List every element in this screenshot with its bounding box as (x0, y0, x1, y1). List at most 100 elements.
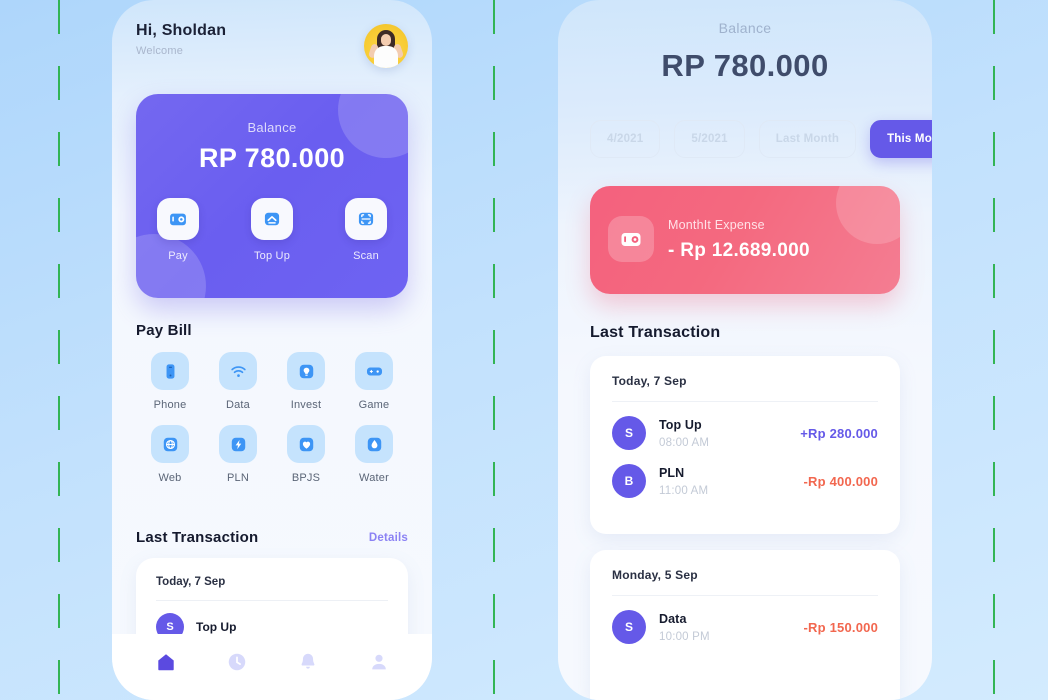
design-guide-line (993, 0, 995, 700)
globe-icon (151, 425, 189, 463)
divider (612, 595, 878, 596)
transaction-amount: -Rp 150.000 (803, 619, 878, 635)
bill-label: Invest (290, 399, 322, 411)
period-filter-group: 4/2021 5/2021 Last Month This Month (590, 120, 932, 158)
balance-label: Balance (718, 20, 772, 36)
filter-chip-5-2021[interactable]: 5/2021 (674, 120, 745, 158)
design-canvas: Hi, Sholdan Welcome Balance RP 780.000 P… (0, 0, 1048, 700)
transaction-time: 10:00 PM (659, 630, 710, 643)
heart-icon (287, 425, 325, 463)
filter-chip-4-2021[interactable]: 4/2021 (590, 120, 661, 158)
topup-icon (251, 198, 293, 240)
water-drop-icon (355, 425, 393, 463)
scan-icon (345, 198, 387, 240)
transaction-row[interactable]: S Top Up 08:00 AM +Rp 280.000 (612, 416, 878, 450)
transaction-name: Top Up (196, 620, 237, 634)
balance-label: Balance (247, 120, 297, 135)
avatar-initial: S (612, 416, 646, 450)
invest-icon (287, 352, 325, 390)
design-guide-line (58, 0, 60, 700)
transaction-time: 11:00 AM (659, 484, 709, 497)
transaction-name: Data (659, 611, 687, 626)
transaction-meta: PLN 11:00 AM (659, 466, 804, 497)
expense-label: MonthIt Expense (668, 218, 765, 232)
avatar-initial: B (612, 464, 646, 498)
transaction-row[interactable]: S Data 10:00 PM -Rp 150.000 (612, 610, 878, 644)
bill-label: Web (158, 472, 182, 484)
bill-item-pln[interactable]: PLN (204, 425, 272, 484)
bill-label: Water (359, 472, 389, 484)
phone-icon (151, 352, 189, 390)
transaction-meta: Top Up 08:00 AM (659, 418, 800, 449)
transaction-date: Today, 7 Sep (156, 576, 226, 588)
transaction-group-card: Monday, 5 Sep S Data 10:00 PM -Rp 150.00… (590, 550, 900, 700)
transaction-meta: Data 10:00 PM (659, 612, 804, 643)
transaction-group-card: Today, 7 Sep S Top Up 08:00 AM +Rp 280.0… (590, 356, 900, 534)
header: Hi, Sholdan Welcome (136, 22, 408, 78)
bottom-navigation (112, 634, 432, 700)
transaction-amount: -Rp 400.000 (803, 473, 878, 489)
last-transaction-title: Last Transaction (136, 529, 259, 546)
transaction-name: PLN (659, 465, 685, 480)
bill-label: Data (225, 399, 251, 411)
nav-item-home[interactable] (144, 647, 188, 681)
home-icon (155, 651, 177, 678)
bill-label: Game (358, 399, 390, 411)
monthly-expense-card: MonthIt Expense - Rp 12.689.000 (590, 186, 900, 294)
gamepad-icon (355, 352, 393, 390)
filter-chip-last-month[interactable]: Last Month (758, 120, 857, 158)
transaction-date: Today, 7 Sep (612, 374, 687, 388)
balance-actions: Pay Top Up Scan (136, 198, 408, 262)
pay-label: Pay (168, 250, 188, 262)
bolt-icon (219, 425, 257, 463)
balance-amount: RP 780.000 (661, 48, 829, 83)
nav-item-profile[interactable] (357, 647, 401, 681)
bell-icon (297, 651, 319, 678)
pay-bill-grid: Phone Data Invest Game Web PLN BPJS Wate… (136, 352, 408, 484)
filter-chip-this-month[interactable]: This Month (870, 120, 932, 158)
bill-item-bpjs[interactable]: BPJS (272, 425, 340, 484)
avatar-initial: S (612, 610, 646, 644)
scan-button[interactable]: Scan (342, 198, 390, 262)
avatar-body (374, 46, 398, 68)
balance-amount: RP 780.000 (198, 143, 346, 173)
divider (156, 600, 388, 601)
wifi-icon (219, 352, 257, 390)
divider (612, 401, 878, 402)
pay-bill-title: Pay Bill (136, 322, 192, 339)
nav-item-history[interactable] (215, 647, 259, 681)
transaction-detail-screen: Balance RP 780.000 4/2021 5/2021 Last Mo… (558, 0, 932, 700)
nav-item-notifications[interactable] (286, 647, 330, 681)
decoration-circle (836, 186, 900, 244)
expense-amount: - Rp 12.689.000 (668, 240, 810, 261)
avatar-face (381, 34, 391, 46)
transaction-name: Top Up (659, 417, 702, 432)
wallet-icon (157, 198, 199, 240)
bill-item-game[interactable]: Game (340, 352, 408, 411)
pay-button[interactable]: Pay (154, 198, 202, 262)
bill-label: PLN (227, 472, 249, 484)
clock-icon (226, 651, 248, 678)
avatar[interactable] (364, 24, 408, 68)
transaction-time: 08:00 AM (659, 436, 710, 449)
bill-item-invest[interactable]: Invest (272, 352, 340, 411)
balance-card: Balance RP 780.000 Pay Top Up Scan (136, 94, 408, 298)
bill-label: Phone (153, 399, 187, 411)
wallet-icon (608, 216, 654, 262)
bill-item-phone[interactable]: Phone (136, 352, 204, 411)
transaction-date: Monday, 5 Sep (612, 568, 698, 582)
person-icon (368, 651, 390, 678)
bill-item-data[interactable]: Data (204, 352, 272, 411)
transaction-row[interactable]: B PLN 11:00 AM -Rp 400.000 (612, 464, 878, 498)
bill-item-web[interactable]: Web (136, 425, 204, 484)
transaction-amount: +Rp 280.000 (800, 425, 878, 441)
bill-item-water[interactable]: Water (340, 425, 408, 484)
last-transaction-title: Last Transaction (590, 324, 721, 341)
bill-label: BPJS (291, 472, 321, 484)
home-screen: Hi, Sholdan Welcome Balance RP 780.000 P… (112, 0, 432, 700)
design-guide-line (493, 0, 495, 700)
topup-label: Top Up (253, 250, 291, 262)
scan-label: Scan (353, 250, 379, 262)
topup-button[interactable]: Top Up (248, 198, 296, 262)
details-link[interactable]: Details (369, 532, 408, 544)
